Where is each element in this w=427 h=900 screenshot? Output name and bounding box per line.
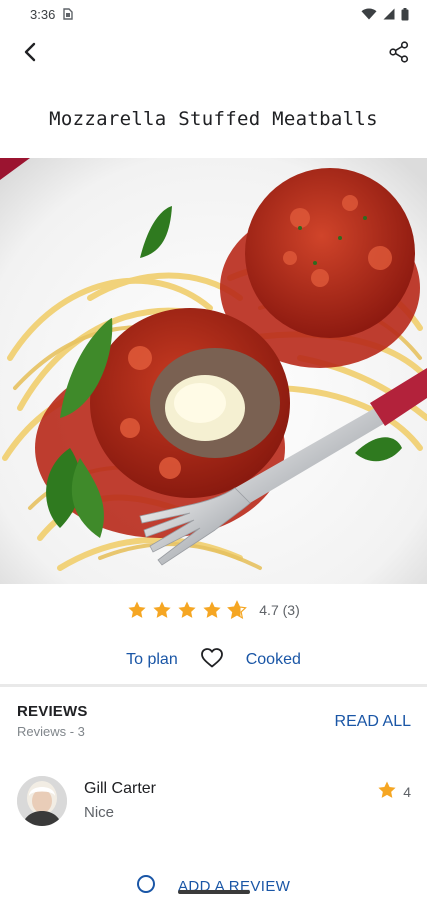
home-indicator [178, 890, 250, 894]
review-text: Nice [84, 804, 115, 821]
review-rating: 4 [377, 780, 411, 803]
rating-text: 4.7 (3) [259, 602, 300, 618]
signal-icon [383, 8, 395, 20]
heart-outline-icon [200, 647, 223, 673]
star-icon [178, 601, 196, 618]
back-button[interactable] [14, 38, 46, 70]
favorite-button[interactable] [200, 647, 224, 673]
star-icon [128, 601, 146, 618]
app-bar [0, 30, 427, 78]
reviews-title: REVIEWS [17, 703, 88, 720]
arrow-back-icon [23, 42, 37, 67]
cooked-button[interactable]: Cooked [246, 651, 301, 669]
reviews-count: Reviews - 3 [17, 724, 85, 739]
reviewer-name: Gill Carter [84, 780, 157, 797]
status-time: 3:36 [30, 6, 56, 22]
star-icon [377, 780, 397, 803]
review-rating-value: 4 [403, 783, 411, 800]
to-plan-button[interactable]: To plan [126, 651, 178, 669]
star-icon [203, 601, 221, 618]
wifi-icon [361, 8, 377, 20]
avatar [17, 776, 67, 826]
star-icon [153, 601, 171, 618]
recipe-photo [0, 158, 427, 584]
add-review-icon [136, 874, 156, 898]
share-button[interactable] [383, 38, 415, 70]
star-icon [227, 600, 248, 619]
read-all-button[interactable]: READ ALL [335, 713, 411, 731]
battery-icon [401, 7, 409, 21]
section-divider [0, 684, 427, 687]
actions-row: To plan Cooked [0, 646, 427, 674]
review-item[interactable]: Gill Carter Nice 4 [0, 772, 427, 832]
recipe-title: Mozzarella Stuffed Meatballs [49, 108, 378, 130]
status-bar: 3:36 [0, 0, 427, 28]
rating-stars [127, 600, 248, 620]
share-icon [389, 40, 409, 68]
reviews-header: REVIEWS Reviews - 3 [17, 703, 88, 739]
sim-icon [63, 8, 74, 20]
add-review-button[interactable]: ADD A REVIEW [0, 866, 427, 900]
rating-row: 4.7 (3) [0, 596, 427, 624]
